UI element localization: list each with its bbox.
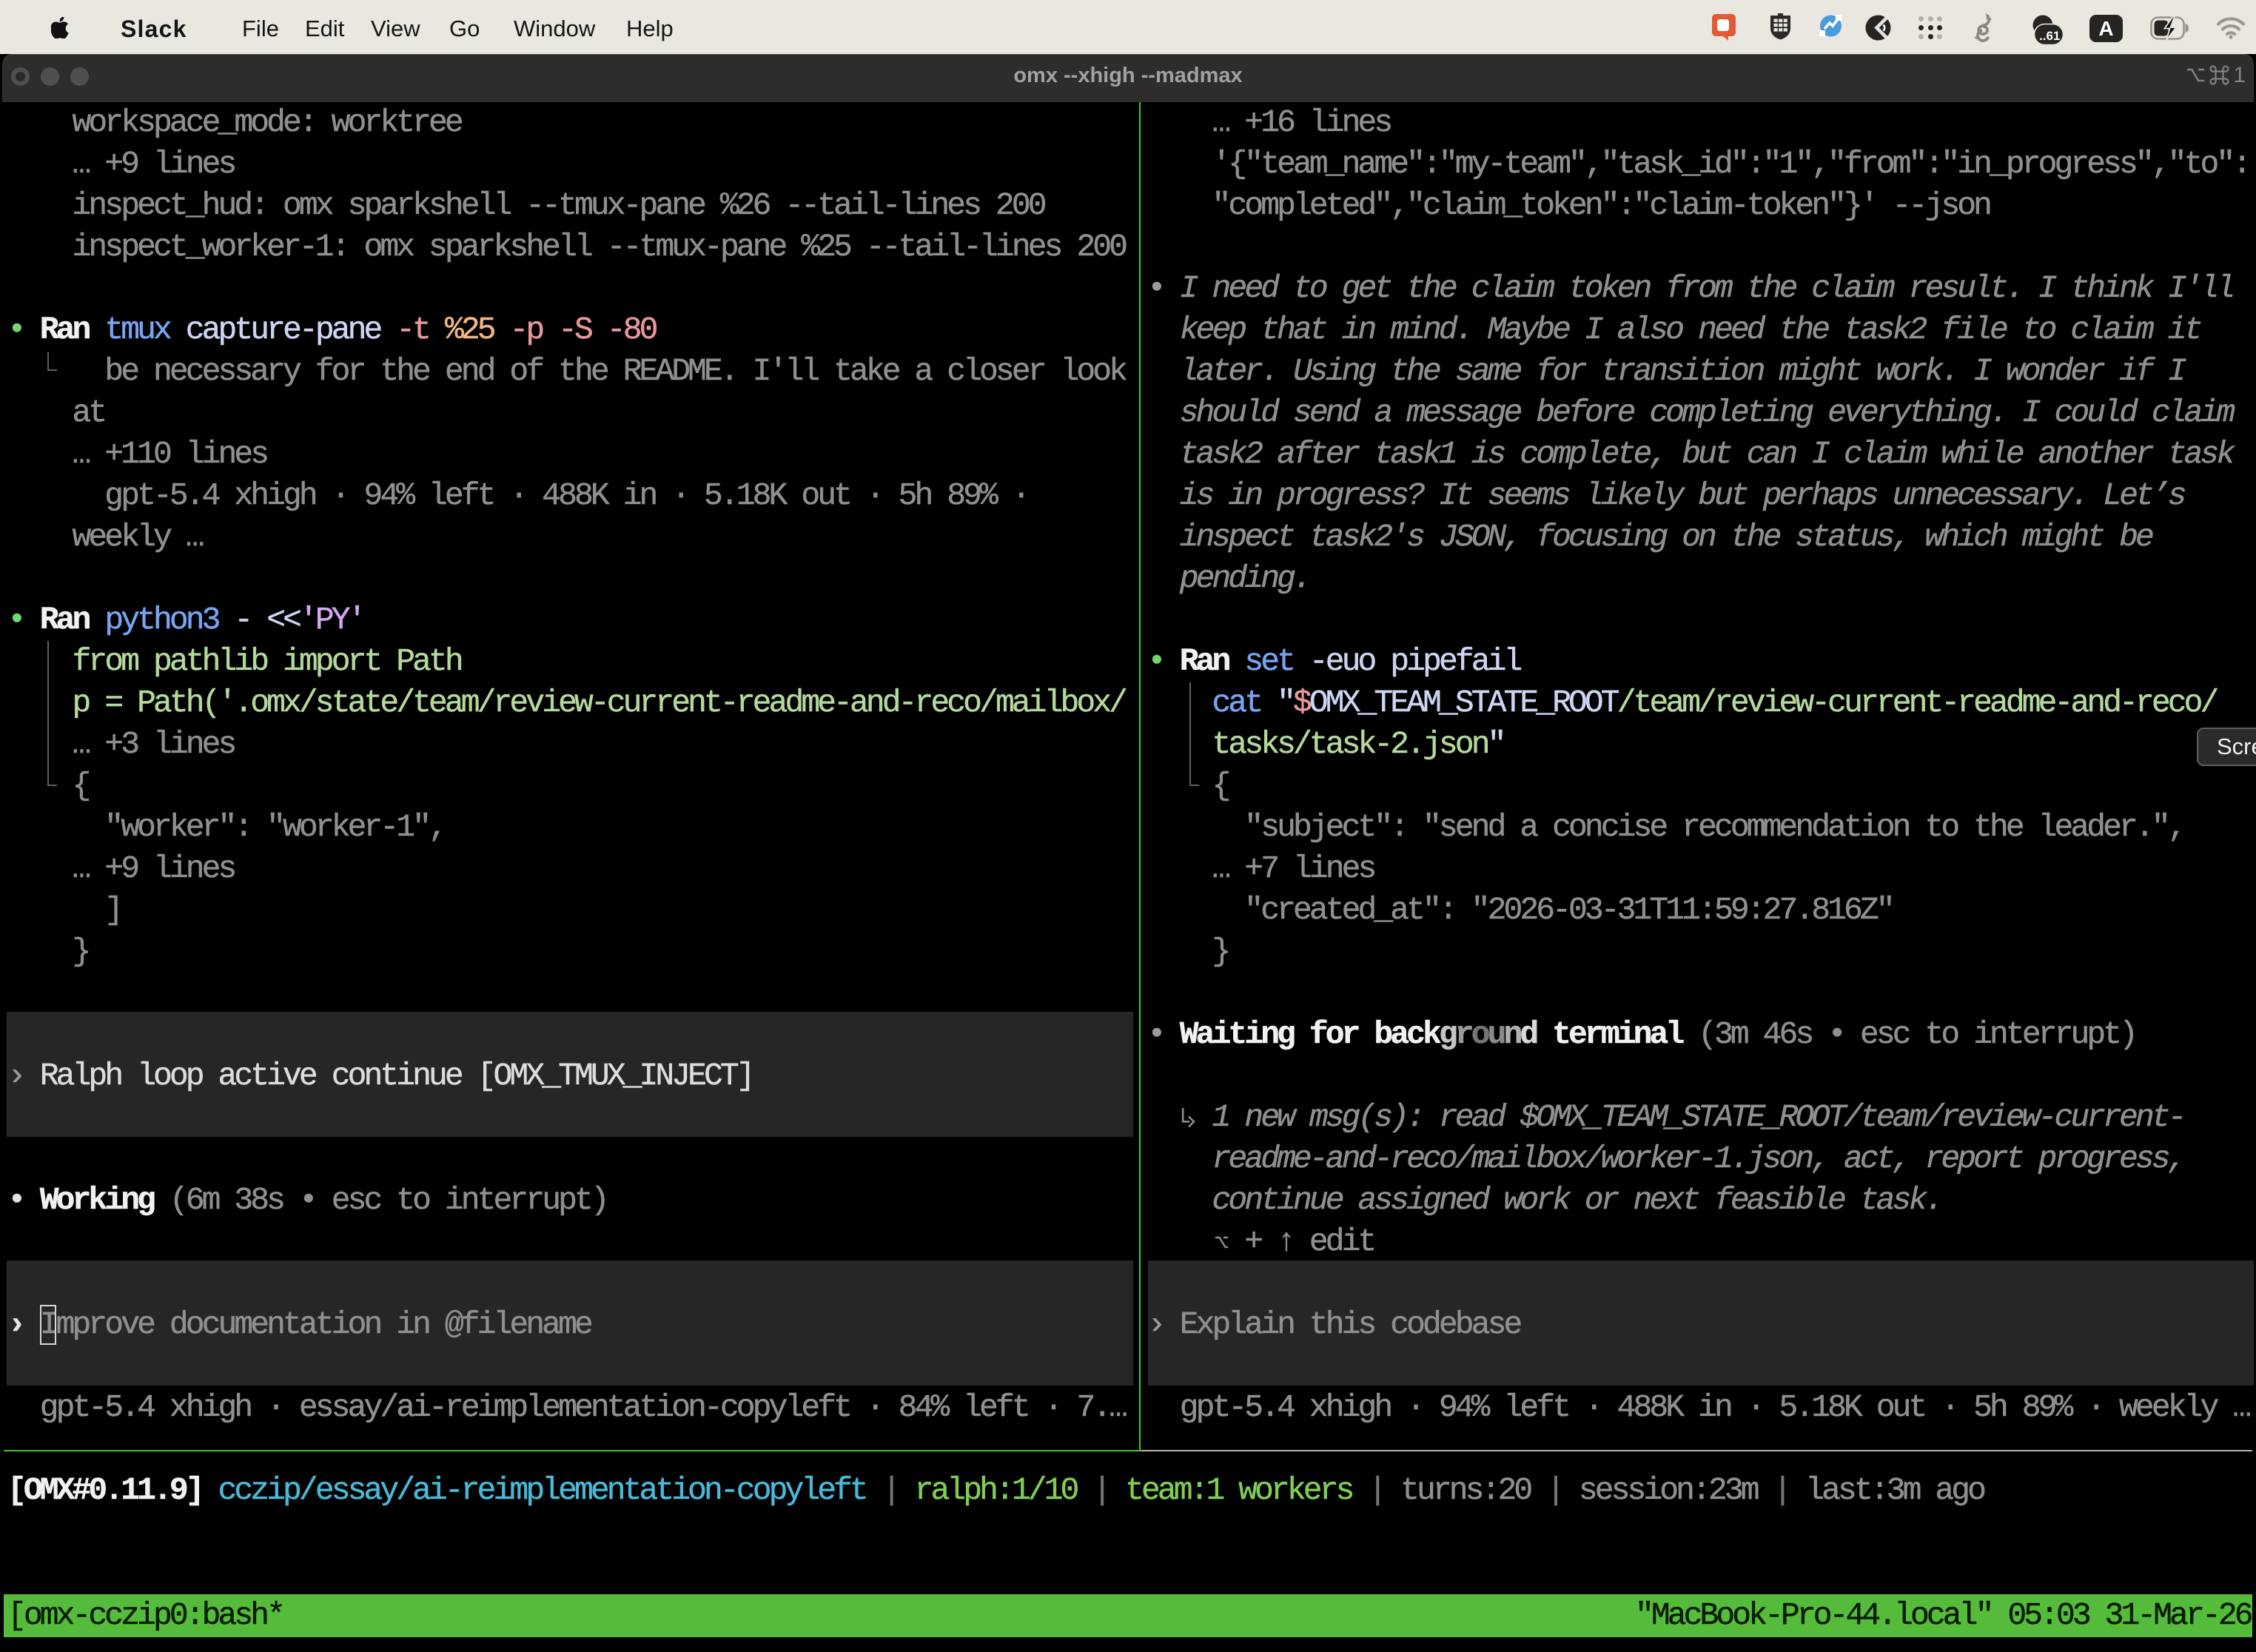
svg-text:..61: ..61 bbox=[2039, 29, 2060, 43]
